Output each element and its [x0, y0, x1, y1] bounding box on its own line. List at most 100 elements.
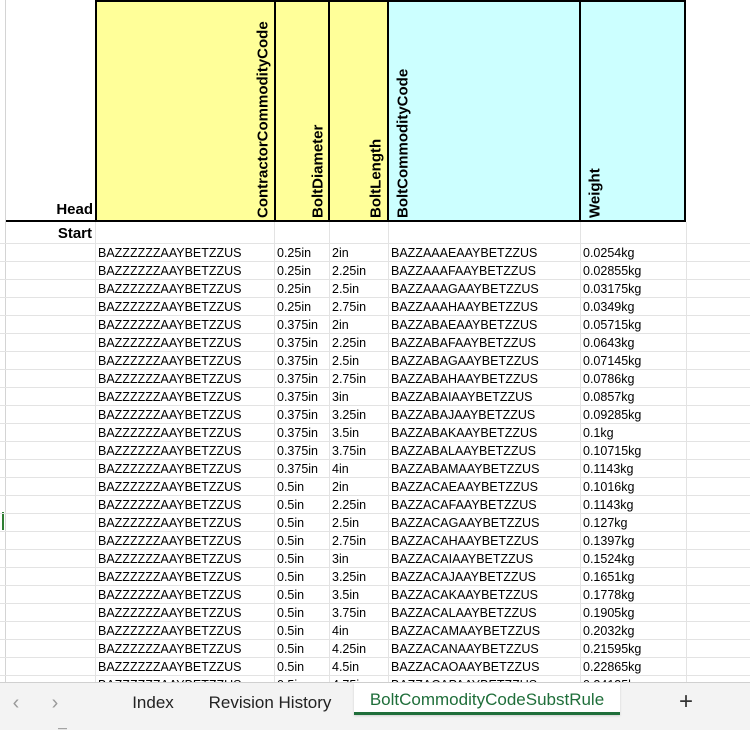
weight-cell[interactable]: 0.05715kg [580, 316, 686, 334]
bolt-diameter-cell[interactable]: 0.375in [274, 424, 329, 442]
weight-cell[interactable]: 0.03175kg [580, 280, 686, 298]
bolt-length-cell[interactable]: 2.25in [329, 496, 388, 514]
contractor-code-cell[interactable]: BAZZZZZZAAYBETZZUS [95, 442, 274, 460]
bolt-diameter-cell[interactable]: 0.5in [274, 496, 329, 514]
contractor-code-cell[interactable]: BAZZZZZZAAYBETZZUS [95, 550, 274, 568]
bolt-code-cell[interactable]: BAZZABAGAAYBETZZUS [388, 352, 580, 370]
weight-cell[interactable]: 0.1524kg [580, 550, 686, 568]
bolt-length-cell[interactable]: 2.25in [329, 334, 388, 352]
weight-header[interactable]: Weight [579, 0, 686, 222]
bolt-length-cell[interactable]: 3in [329, 388, 388, 406]
bolt-length-cell[interactable]: 3.25in [329, 406, 388, 424]
bolt-code-cell[interactable]: BAZZACANAAYBETZZUS [388, 640, 580, 658]
bolt-code-cell[interactable]: BAZZABAHAAYBETZZUS [388, 370, 580, 388]
bolt-length-cell[interactable]: 4in [329, 622, 388, 640]
contractor-code-cell[interactable]: BAZZZZZZAAYBETZZUS [95, 262, 274, 280]
weight-cell[interactable]: 0.2032kg [580, 622, 686, 640]
bolt-diameter-header[interactable]: BoltDiameter [274, 0, 330, 222]
bolt-code-cell[interactable]: BAZZACAJAAYBETZZUS [388, 568, 580, 586]
contractor-code-cell[interactable]: BAZZZZZZAAYBETZZUS [95, 460, 274, 478]
bolt-code-cell[interactable]: BAZZACAMAAYBETZZUS [388, 622, 580, 640]
bolt-diameter-cell[interactable]: 0.5in [274, 586, 329, 604]
bolt-code-cell[interactable]: BAZZABAJAAYBETZZUS [388, 406, 580, 424]
bolt-diameter-cell[interactable]: 0.5in [274, 640, 329, 658]
bolt-length-cell[interactable]: 4.25in [329, 640, 388, 658]
bolt-code-header[interactable]: BoltCommodityCode [387, 0, 581, 222]
chevron-right-icon[interactable]: › [42, 691, 68, 717]
bolt-length-cell[interactable]: 2in [329, 244, 388, 262]
weight-cell[interactable]: 0.127kg [580, 514, 686, 532]
bolt-diameter-cell[interactable]: 0.5in [274, 532, 329, 550]
bolt-diameter-cell[interactable]: 0.375in [274, 460, 329, 478]
bolt-diameter-cell[interactable]: 0.25in [274, 298, 329, 316]
bolt-diameter-cell[interactable]: 0.375in [274, 442, 329, 460]
weight-cell[interactable]: 0.0643kg [580, 334, 686, 352]
weight-cell[interactable]: 0.02855kg [580, 262, 686, 280]
contractor-code-cell[interactable]: BAZZZZZZAAYBETZZUS [95, 298, 274, 316]
contractor-code-cell[interactable]: BAZZZZZZAAYBETZZUS [95, 334, 274, 352]
contractor-code-cell[interactable]: BAZZZZZZAAYBETZZUS [95, 370, 274, 388]
weight-cell[interactable]: 0.1905kg [580, 604, 686, 622]
contractor-code-header[interactable]: ContractorCommodityCode [95, 0, 276, 222]
weight-cell[interactable]: 0.22865kg [580, 658, 686, 676]
bolt-code-cell[interactable]: BAZZABAMAAYBETZZUS [388, 460, 580, 478]
bolt-code-cell[interactable]: BAZZACAIAAYBETZZUS [388, 550, 580, 568]
bolt-code-cell[interactable]: BAZZAAAFAAYBETZZUS [388, 262, 580, 280]
bolt-code-cell[interactable]: BAZZACALAAYBETZZUS [388, 604, 580, 622]
bolt-code-cell[interactable]: BAZZABAKAAYBETZZUS [388, 424, 580, 442]
bolt-code-cell[interactable]: BAZZAAAEAAYBETZZUS [388, 244, 580, 262]
bolt-code-cell[interactable]: BAZZABAFAAYBETZZUS [388, 334, 580, 352]
bolt-diameter-cell[interactable]: 0.375in [274, 352, 329, 370]
start-label[interactable]: Start [6, 224, 94, 244]
head-header-cell[interactable]: Head [6, 0, 96, 222]
contractor-code-cell[interactable]: BAZZZZZZAAYBETZZUS [95, 622, 274, 640]
bolt-diameter-cell[interactable]: 0.375in [274, 388, 329, 406]
contractor-code-cell[interactable]: BAZZZZZZAAYBETZZUS [95, 496, 274, 514]
bolt-length-cell[interactable]: 2.5in [329, 514, 388, 532]
bolt-length-cell[interactable]: 3.5in [329, 424, 388, 442]
weight-cell[interactable]: 0.1397kg [580, 532, 686, 550]
bolt-diameter-cell[interactable]: 0.5in [274, 622, 329, 640]
weight-cell[interactable]: 0.1016kg [580, 478, 686, 496]
bolt-code-cell[interactable]: BAZZABALAAYBETZZUS [388, 442, 580, 460]
bolt-diameter-cell[interactable]: 0.375in [274, 406, 329, 424]
bolt-diameter-cell[interactable]: 0.5in [274, 478, 329, 496]
weight-cell[interactable]: 0.1778kg [580, 586, 686, 604]
contractor-code-cell[interactable]: BAZZZZZZAAYBETZZUS [95, 478, 274, 496]
weight-cell[interactable]: 0.0786kg [580, 370, 686, 388]
weight-cell[interactable]: 0.0349kg [580, 298, 686, 316]
bolt-code-cell[interactable]: BAZZAAAGAAYBETZZUS [388, 280, 580, 298]
weight-cell[interactable]: 0.1kg [580, 424, 686, 442]
tab-index[interactable]: Index [120, 683, 186, 719]
bolt-length-cell[interactable]: 3.5in [329, 586, 388, 604]
bolt-diameter-cell[interactable]: 0.5in [274, 658, 329, 676]
bolt-code-cell[interactable]: BAZZABAEAAYBETZZUS [388, 316, 580, 334]
bolt-diameter-cell[interactable]: 0.375in [274, 334, 329, 352]
bolt-length-cell[interactable]: 3.75in [329, 604, 388, 622]
contractor-code-cell[interactable]: BAZZZZZZAAYBETZZUS [95, 532, 274, 550]
bolt-diameter-cell[interactable]: 0.375in [274, 370, 329, 388]
bolt-length-cell[interactable]: 2in [329, 478, 388, 496]
contractor-code-cell[interactable]: BAZZZZZZAAYBETZZUS [95, 316, 274, 334]
bolt-length-cell[interactable]: 2.75in [329, 298, 388, 316]
weight-cell[interactable]: 0.09285kg [580, 406, 686, 424]
bolt-code-cell[interactable]: BAZZACAHAAYBETZZUS [388, 532, 580, 550]
bolt-code-cell[interactable]: BAZZAAAHAAYBETZZUS [388, 298, 580, 316]
weight-cell[interactable]: 0.1143kg [580, 460, 686, 478]
contractor-code-cell[interactable]: BAZZZZZZAAYBETZZUS [95, 406, 274, 424]
bolt-length-cell[interactable]: 4in [329, 460, 388, 478]
contractor-code-cell[interactable]: BAZZZZZZAAYBETZZUS [95, 586, 274, 604]
contractor-code-cell[interactable]: BAZZZZZZAAYBETZZUS [95, 424, 274, 442]
bolt-length-cell[interactable]: 3.25in [329, 568, 388, 586]
weight-cell[interactable]: 0.21595kg [580, 640, 686, 658]
tab-bolt-commodity-code-subst-rule[interactable]: BoltCommodityCodeSubstRule [354, 683, 620, 715]
bolt-length-cell[interactable]: 2.5in [329, 280, 388, 298]
bolt-length-cell[interactable]: 2.75in [329, 532, 388, 550]
contractor-code-cell[interactable]: BAZZZZZZAAYBETZZUS [95, 244, 274, 262]
tab-revision-history[interactable]: Revision History [200, 683, 340, 719]
bolt-length-cell[interactable]: 3in [329, 550, 388, 568]
bolt-code-cell[interactable]: BAZZACAOAAYBETZZUS [388, 658, 580, 676]
bolt-diameter-cell[interactable]: 0.5in [274, 514, 329, 532]
spreadsheet-grid[interactable]: Head ContractorCommodityCode BoltDiamete… [0, 0, 750, 682]
bolt-diameter-cell[interactable]: 0.5in [274, 568, 329, 586]
